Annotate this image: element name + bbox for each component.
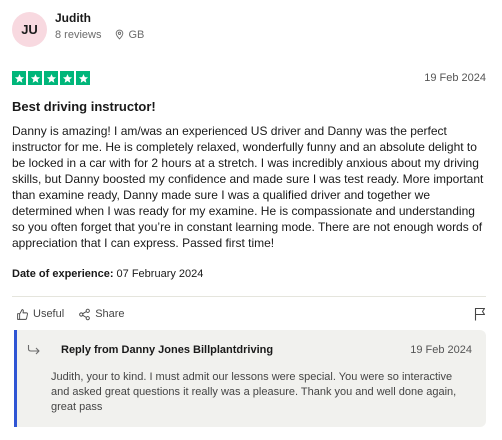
avatar[interactable]: JU bbox=[12, 12, 47, 47]
reviewer-info: Judith 8 reviews GB bbox=[55, 11, 144, 41]
share-button[interactable]: Share bbox=[78, 308, 125, 321]
company-reply: Reply from Danny Jones Billplantdriving … bbox=[14, 330, 486, 427]
reviewer-header: JU Judith 8 reviews GB bbox=[12, 11, 144, 47]
reply-text: Judith, your to kind. I must admit our l… bbox=[51, 371, 457, 413]
star-icon bbox=[76, 71, 90, 85]
reviews-count: 8 reviews bbox=[55, 28, 102, 41]
share-label: Share bbox=[95, 308, 125, 320]
flag-icon[interactable] bbox=[474, 307, 486, 321]
reviewer-meta: 8 reviews GB bbox=[55, 29, 144, 41]
rating-row: 19 Feb 2024 bbox=[12, 71, 486, 85]
star-icon bbox=[44, 71, 58, 85]
review-actions: Useful Share bbox=[16, 307, 486, 321]
reply-from: Reply from Danny Jones Billplantdriving bbox=[61, 344, 274, 356]
review-title[interactable]: Best driving instructor! bbox=[12, 99, 156, 114]
date-of-experience: Date of experience: 07 February 2024 bbox=[12, 268, 203, 280]
reply-arrow-icon bbox=[27, 344, 45, 356]
review-date: 19 Feb 2024 bbox=[424, 72, 486, 84]
star-icon bbox=[28, 71, 42, 85]
reviewer-name[interactable]: Judith bbox=[55, 11, 144, 26]
useful-label: Useful bbox=[33, 308, 65, 320]
star-rating bbox=[12, 71, 90, 85]
useful-button[interactable]: Useful bbox=[16, 308, 64, 321]
experience-date: 07 February 2024 bbox=[116, 268, 204, 280]
reply-date: 19 Feb 2024 bbox=[410, 344, 472, 356]
divider bbox=[12, 296, 486, 297]
review-body: Danny is amazing! I am/was an experience… bbox=[12, 124, 484, 250]
reply-header: Reply from Danny Jones Billplantdriving … bbox=[27, 344, 472, 356]
reviewer-country: GB bbox=[128, 28, 145, 41]
experience-label: Date of experience: bbox=[12, 268, 114, 280]
location-pin-icon bbox=[113, 29, 125, 41]
star-icon bbox=[60, 71, 74, 85]
thumbs-up-icon bbox=[17, 308, 28, 320]
star-icon bbox=[12, 71, 26, 85]
share-icon bbox=[79, 308, 91, 320]
